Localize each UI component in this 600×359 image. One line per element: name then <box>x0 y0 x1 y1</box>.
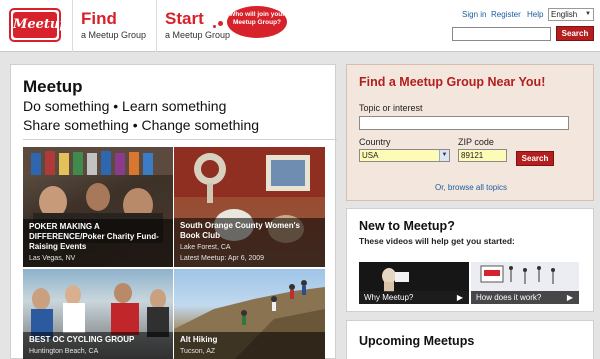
country-label: Country <box>359 137 391 147</box>
hero-divider <box>23 139 337 140</box>
tile-location: Las Vegas, NV <box>29 255 76 262</box>
register-link[interactable]: Register <box>491 10 521 19</box>
language-select[interactable]: English ▼ <box>548 8 594 21</box>
group-tile-bookclub[interactable]: South Orange County Women's Book Club La… <box>174 147 325 267</box>
header-search-input[interactable] <box>452 27 551 41</box>
hero-panel: Meetup Do something • Learn something Sh… <box>10 64 337 359</box>
why-meetup-video[interactable]: Why Meetup? ▶ <box>359 262 469 304</box>
nav-start-subtitle: a Meetup Group <box>165 30 231 40</box>
country-select[interactable]: USA ▼ <box>359 149 450 162</box>
tile-title: BEST OC CYCLING GROUP <box>29 335 135 344</box>
tile-caption: Alt Hiking Tucson, AZ <box>174 332 325 359</box>
topic-input[interactable] <box>359 116 569 130</box>
find-search-button[interactable]: Search <box>516 151 554 166</box>
new-panel-subtitle: These videos will help get you started: <box>359 236 515 246</box>
new-to-meetup-panel: New to Meetup? These videos will help ge… <box>346 208 594 312</box>
tile-location: Huntington Beach, CA <box>29 348 99 355</box>
browse-topics-link[interactable]: Or, browse all topics <box>347 183 595 192</box>
header-search-button[interactable]: Search <box>556 26 594 41</box>
bubble-dot-medium <box>218 21 223 26</box>
zip-label: ZIP code <box>458 137 494 147</box>
tile-title: South Orange County Women's Book Club <box>180 221 300 240</box>
group-tile-cycling[interactable]: BEST OC CYCLING GROUP Huntington Beach, … <box>23 269 173 359</box>
video-caption-bar: Why Meetup? <box>359 291 469 304</box>
upcoming-title: Upcoming Meetups <box>359 334 475 348</box>
tile-latest-meetup: Latest Meetup: Apr 6, 2009 <box>180 255 265 262</box>
find-group-panel: Find a Meetup Group Near You! Topic or i… <box>346 64 594 201</box>
join-bubble[interactable]: Who will join your Meetup Group? <box>227 6 287 38</box>
new-panel-title: New to Meetup? <box>359 219 455 233</box>
how-it-works-label: How does it work? <box>476 293 542 302</box>
logo-text: Meetup <box>13 12 68 38</box>
play-icon: ▶ <box>566 293 573 302</box>
nav-find-subtitle: a Meetup Group <box>81 30 147 40</box>
sign-in-link[interactable]: Sign in <box>462 10 486 19</box>
why-meetup-label: Why Meetup? <box>364 293 414 302</box>
tile-title: Alt Hiking <box>180 335 218 344</box>
hero-title: Meetup <box>23 77 83 96</box>
tile-location: Lake Forest, CA <box>180 244 231 251</box>
tile-location: Tucson, AZ <box>180 348 216 355</box>
nav-start-title: Start <box>165 9 204 28</box>
nav-find-group[interactable]: Find a Meetup Group <box>72 0 156 52</box>
nav-find-title: Find <box>81 9 117 28</box>
zip-input[interactable]: 89121 <box>458 149 507 162</box>
chevron-down-icon: ▼ <box>585 11 591 17</box>
language-value: English <box>551 10 578 19</box>
tile-caption: BEST OC CYCLING GROUP Huntington Beach, … <box>23 332 173 359</box>
hero-tagline-1: Do something • Learn something <box>23 98 227 114</box>
how-it-works-video[interactable]: How does it work? ▶ <box>471 262 579 304</box>
play-icon: ▶ <box>456 293 463 302</box>
upcoming-meetups-panel: Upcoming Meetups <box>346 320 594 359</box>
tile-title: POKER MAKING A DIFFERENCE/Poker Charity … <box>29 222 159 251</box>
group-tile-poker[interactable]: POKER MAKING A DIFFERENCE/Poker Charity … <box>23 147 173 267</box>
find-panel-title: Find a Meetup Group Near You! <box>359 75 546 89</box>
bubble-dot-small <box>213 25 216 28</box>
meetup-logo[interactable]: Meetup <box>9 8 68 42</box>
hero-tagline-2: Share something • Change something <box>23 117 260 133</box>
chevron-down-icon: ▼ <box>439 150 449 161</box>
tile-caption: POKER MAKING A DIFFERENCE/Poker Charity … <box>23 219 173 267</box>
topic-label: Topic or interest <box>359 103 423 113</box>
group-tile-hiking[interactable]: Alt Hiking Tucson, AZ <box>174 269 325 359</box>
video-caption-bar: How does it work? <box>471 291 579 304</box>
country-value: USA <box>362 151 379 160</box>
help-link[interactable]: Help <box>527 10 543 19</box>
top-header: Meetup Find a Meetup Group Start a Meetu… <box>0 0 600 52</box>
tile-caption: South Orange County Women's Book Club La… <box>174 218 325 267</box>
